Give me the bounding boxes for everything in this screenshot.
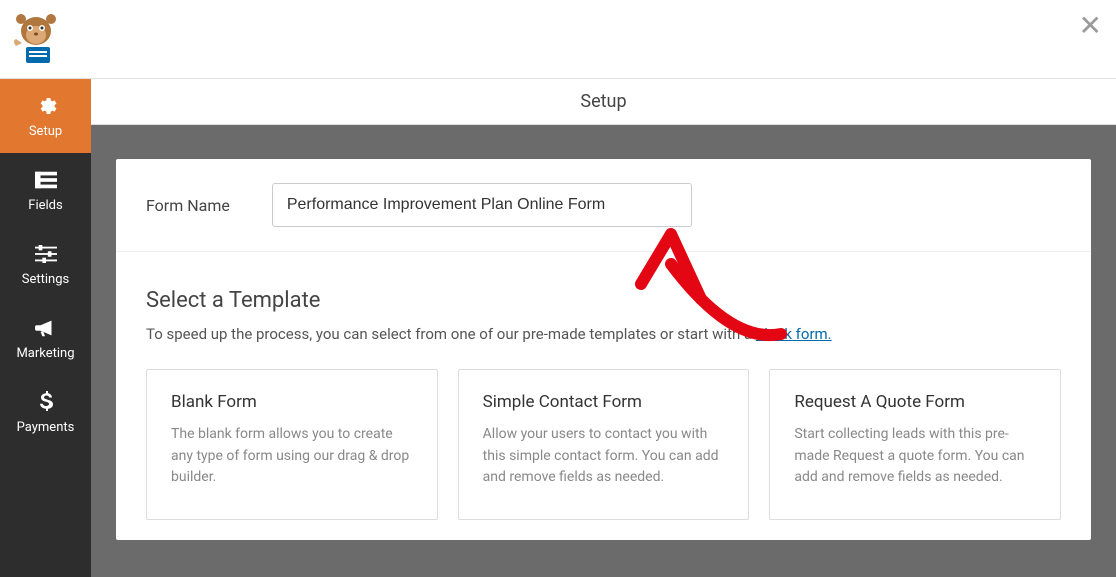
page-header: Setup [91, 79, 1116, 125]
megaphone-icon [34, 316, 58, 340]
gear-icon [34, 94, 58, 118]
sidebar-item-label: Settings [22, 272, 69, 287]
template-subheading-text: To speed up the process, you can select … [146, 325, 756, 343]
template-card-desc: Start collecting leads with this pre-mad… [794, 424, 1036, 489]
template-card-title: Request A Quote Form [794, 392, 1036, 412]
sidebar-item-setup[interactable]: Setup [0, 79, 91, 153]
template-cards: Blank Form The blank form allows you to … [146, 369, 1061, 520]
sidebar-item-label: Fields [28, 198, 62, 213]
template-card-request-quote[interactable]: Request A Quote Form Start collecting le… [769, 369, 1061, 520]
sidebar-item-payments[interactable]: Payments [0, 375, 91, 449]
form-name-row: Form Name [116, 159, 1091, 252]
topbar: ✕ [0, 0, 1116, 79]
template-card-title: Blank Form [171, 392, 413, 412]
template-card-desc: The blank form allows you to create any … [171, 424, 413, 489]
app-logo [12, 11, 60, 67]
page-title: Setup [580, 91, 626, 112]
blank-form-link[interactable]: blank form. [756, 325, 832, 343]
form-name-input[interactable] [272, 183, 692, 227]
sidebar-item-label: Marketing [16, 346, 74, 361]
template-card-simple-contact[interactable]: Simple Contact Form Allow your users to … [458, 369, 750, 520]
sidebar-item-label: Setup [29, 124, 62, 139]
main: Setup Fields Settings Marketing Payments [0, 79, 1116, 577]
form-name-label: Form Name [146, 196, 230, 215]
template-subheading: To speed up the process, you can select … [146, 325, 1061, 343]
template-heading: Select a Template [146, 288, 1061, 313]
list-icon [34, 168, 58, 192]
dollar-icon [34, 390, 58, 414]
sidebar-item-fields[interactable]: Fields [0, 153, 91, 227]
close-icon[interactable]: ✕ [1079, 12, 1102, 40]
template-card-blank[interactable]: Blank Form The blank form allows you to … [146, 369, 438, 520]
template-section: Select a Template To speed up the proces… [116, 252, 1091, 540]
setup-panel: Form Name Select a Template To speed up … [116, 159, 1091, 540]
sidebar: Setup Fields Settings Marketing Payments [0, 79, 91, 577]
sidebar-item-settings[interactable]: Settings [0, 227, 91, 301]
sliders-icon [34, 242, 58, 266]
sidebar-item-marketing[interactable]: Marketing [0, 301, 91, 375]
template-card-desc: Allow your users to contact you with thi… [483, 424, 725, 489]
template-card-title: Simple Contact Form [483, 392, 725, 412]
sidebar-item-label: Payments [17, 420, 75, 435]
content-area: Setup Form Name Select a Template To spe… [91, 79, 1116, 577]
